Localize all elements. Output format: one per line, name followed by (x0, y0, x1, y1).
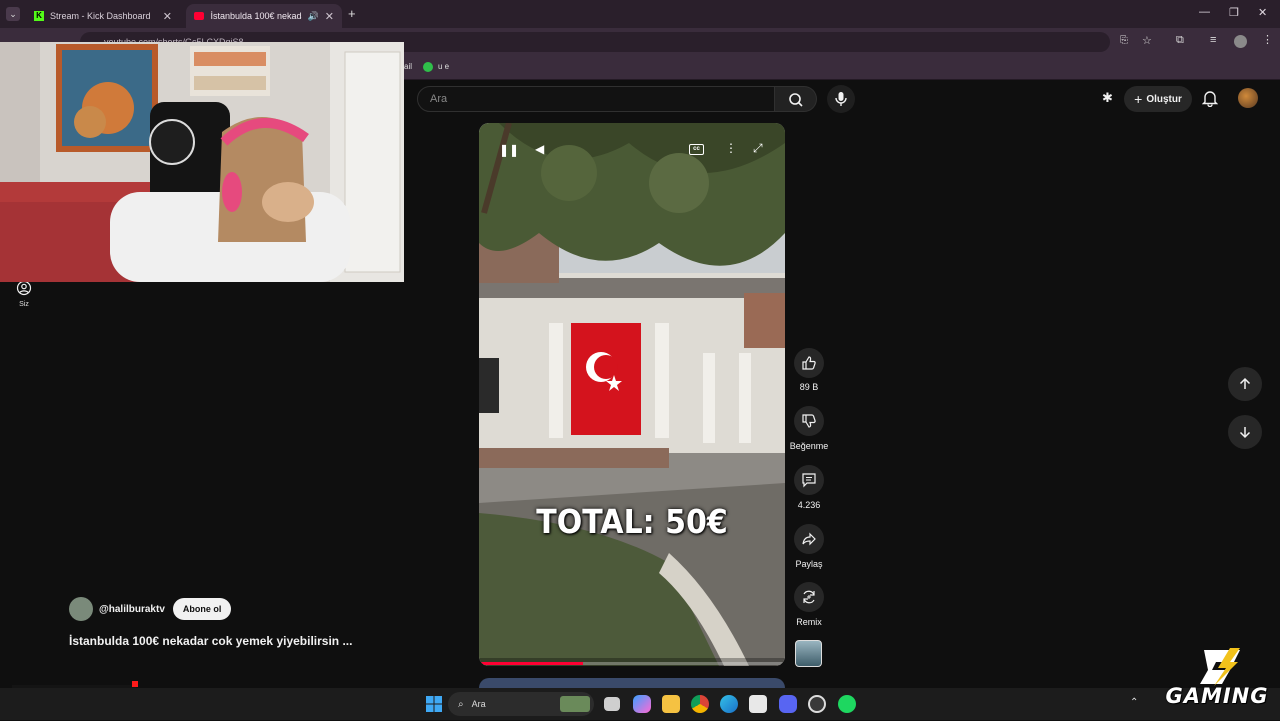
thumbs-up-icon (802, 356, 816, 370)
copilot-icon[interactable] (633, 695, 651, 713)
tab-youtube-short[interactable]: İstanbulda 100€ nekadar co 🔊 ✕ (186, 4, 342, 28)
video-caption-overlay: TOTAL: 50€ (536, 503, 728, 542)
arrow-up-icon (1239, 377, 1251, 389)
profile-icon[interactable] (1234, 35, 1247, 48)
restore-button[interactable]: ❐ (1229, 6, 1239, 19)
like-button[interactable] (794, 348, 824, 378)
remix-button[interactable] (794, 582, 824, 612)
close-icon[interactable]: ✕ (163, 10, 172, 23)
next-short-button[interactable] (1228, 415, 1262, 449)
remix-icon (803, 590, 815, 604)
dislike-label: Beğenme (789, 441, 829, 451)
subscribe-button[interactable]: Abone ol (172, 598, 232, 620)
discord-icon[interactable] (779, 695, 797, 713)
share-button[interactable] (794, 524, 824, 554)
kick-icon: K (34, 11, 44, 21)
bookmark-star-icon[interactable]: ☆ (1142, 34, 1152, 47)
tab-search-button[interactable]: ⌄ (6, 7, 20, 21)
microphone-icon (835, 92, 847, 106)
store-icon[interactable] (749, 695, 767, 713)
tray-chevron-icon[interactable]: ⌃ (1130, 697, 1138, 708)
windows-logo-icon (426, 696, 442, 712)
ai-sparkle-icon[interactable]: ✱ (1102, 90, 1113, 106)
taskbar-search[interactable]: ⌕ Ara (448, 692, 594, 716)
remix-label: Remix (796, 617, 822, 627)
progress-fill (479, 662, 584, 665)
comment-count: 4.236 (797, 500, 821, 510)
more-options-icon[interactable]: ⋮ (725, 141, 737, 155)
channel-avatar[interactable] (69, 597, 93, 621)
search-highlight-icon (560, 696, 590, 712)
menu-dots-icon[interactable]: ⋮ (1262, 33, 1273, 46)
youtube-icon (194, 12, 205, 20)
tab-label: Stream - Kick Dashboard (50, 11, 151, 21)
like-count: 89 B (799, 382, 819, 392)
search-button[interactable] (775, 86, 817, 112)
search-icon (789, 93, 803, 107)
browser-tab-bar: ⌄ K Stream - Kick Dashboard ✕ İstanbulda… (0, 0, 1280, 28)
spotify-icon[interactable] (838, 695, 856, 713)
watermark-text: GAMING (1165, 684, 1269, 708)
arrow-down-icon (1239, 427, 1251, 439)
bookmark-dot-icon (423, 62, 433, 72)
sound-source-thumbnail[interactable] (795, 640, 822, 667)
plus-icon: + (1134, 91, 1143, 107)
minimize-button[interactable]: — (1199, 6, 1210, 18)
create-label: Oluştur (1146, 93, 1182, 105)
speaker-icon[interactable]: 🔊 (308, 11, 319, 22)
channel-row: @halilburaktv Abone ol (69, 597, 232, 621)
webcam-overlay (0, 42, 404, 282)
share-arrow-icon (802, 532, 816, 546)
tab-kick-dashboard[interactable]: K Stream - Kick Dashboard ✕ (26, 4, 180, 28)
channel-name[interactable]: @halilburaktv (99, 604, 165, 615)
progress-track[interactable] (479, 662, 785, 665)
start-button[interactable] (425, 695, 443, 713)
bookmark-item[interactable]: ail (404, 62, 412, 71)
new-tab-button[interactable]: + (348, 6, 356, 21)
bookmark-item[interactable]: u e (438, 62, 449, 71)
share-label: Paylaş (795, 559, 823, 569)
volume-icon[interactable]: ◀ (535, 142, 544, 156)
previous-short-button[interactable] (1228, 367, 1262, 401)
search-input[interactable]: Ara (417, 86, 775, 112)
sidebar-item-you[interactable]: Siz (10, 280, 38, 308)
media-controls-icon[interactable]: ≡ (1210, 34, 1216, 46)
account-avatar[interactable] (1238, 88, 1258, 108)
tab-label: İstanbulda 100€ nekadar co (210, 11, 302, 21)
notifications-bell-icon[interactable] (1201, 89, 1219, 112)
close-window-button[interactable]: ✕ (1258, 6, 1267, 19)
next-short-preview[interactable] (479, 678, 785, 688)
search-icon: ⌕ (458, 698, 464, 710)
chrome-icon[interactable] (691, 695, 709, 713)
voice-search-button[interactable] (827, 85, 855, 113)
comment-icon (802, 473, 816, 488)
webcam-image (0, 42, 404, 282)
shorts-video-player[interactable]: ❚❚ ◀ cc ⋮ ⤢ TOTAL: 50€ (479, 123, 785, 666)
close-icon[interactable]: ✕ (325, 10, 334, 23)
task-view-icon[interactable] (604, 697, 620, 711)
captions-icon[interactable]: cc (689, 144, 704, 155)
pause-icon[interactable]: ❚❚ (499, 143, 519, 157)
live-dot-icon (132, 681, 138, 687)
short-title[interactable]: İstanbulda 100€ nekadar cok yemek yiyebi… (69, 634, 352, 648)
obs-icon[interactable] (808, 695, 826, 713)
edge-icon[interactable] (720, 695, 738, 713)
create-button[interactable]: + Oluştur (1124, 86, 1192, 112)
install-app-icon[interactable]: ⎘ (1120, 35, 1128, 46)
dislike-button[interactable] (794, 406, 824, 436)
file-explorer-icon[interactable] (662, 695, 680, 713)
gaming-watermark-logo: GAMING (1160, 646, 1272, 716)
sidebar-item-label: Siz (19, 301, 29, 308)
user-circle-icon (16, 280, 32, 296)
thumbs-down-icon (802, 414, 816, 428)
fullscreen-icon[interactable]: ⤢ (753, 141, 763, 156)
video-frame (479, 123, 785, 666)
taskbar-search-placeholder: Ara (471, 699, 486, 709)
extensions-icon[interactable]: ⧉ (1176, 34, 1184, 47)
comments-button[interactable] (794, 465, 824, 495)
